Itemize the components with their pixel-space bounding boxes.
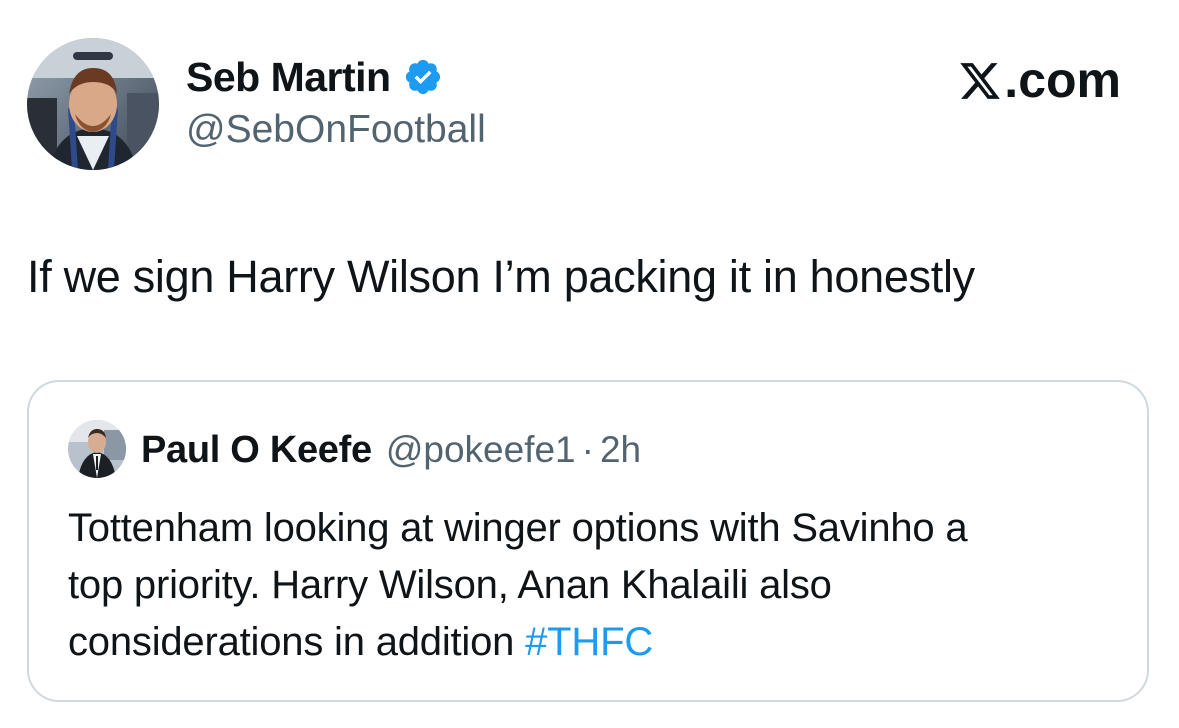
tweet-text: If we sign Harry Wilson I’m packing it i… bbox=[27, 251, 975, 302]
author-avatar[interactable] bbox=[27, 38, 159, 170]
quoted-tweet[interactable]: Paul O Keefe @pokeefe1 · 2h Tottenham lo… bbox=[27, 380, 1149, 702]
tweet-card: Seb Martin @SebOnFootball .com If we sig… bbox=[0, 0, 1179, 728]
quoted-tweet-timestamp[interactable]: 2h bbox=[600, 426, 641, 474]
hashtag-link[interactable]: #THFC bbox=[525, 620, 653, 664]
site-logo: .com bbox=[958, 52, 1121, 108]
verified-badge-icon bbox=[403, 57, 443, 97]
quoted-avatar-photo bbox=[68, 420, 126, 478]
quoted-author-name[interactable]: Paul O Keefe bbox=[141, 426, 372, 474]
quoted-tweet-header: Paul O Keefe @pokeefe1 · 2h bbox=[141, 426, 641, 474]
author-name-row: Seb Martin bbox=[186, 52, 443, 102]
quoted-text-line: Tottenham looking at winger options with… bbox=[68, 506, 968, 550]
quoted-text-line: top priority. Harry Wilson, Anan Khalail… bbox=[68, 563, 832, 607]
avatar-photo bbox=[27, 38, 159, 170]
quoted-tweet-text: Tottenham looking at winger options with… bbox=[68, 500, 1128, 671]
author-handle[interactable]: @SebOnFootball bbox=[186, 106, 486, 154]
author-name[interactable]: Seb Martin bbox=[186, 52, 391, 102]
quoted-text-line-start: considerations in addition bbox=[68, 620, 526, 664]
site-logo-text: .com bbox=[1004, 52, 1121, 108]
quoted-author-handle[interactable]: @pokeefe1 bbox=[386, 426, 576, 474]
quoted-author-avatar[interactable] bbox=[68, 420, 126, 478]
x-logo-icon bbox=[958, 58, 1002, 102]
quoted-text-line: considerations in addition #THFC bbox=[68, 614, 1128, 671]
separator-dot: · bbox=[581, 429, 594, 470]
